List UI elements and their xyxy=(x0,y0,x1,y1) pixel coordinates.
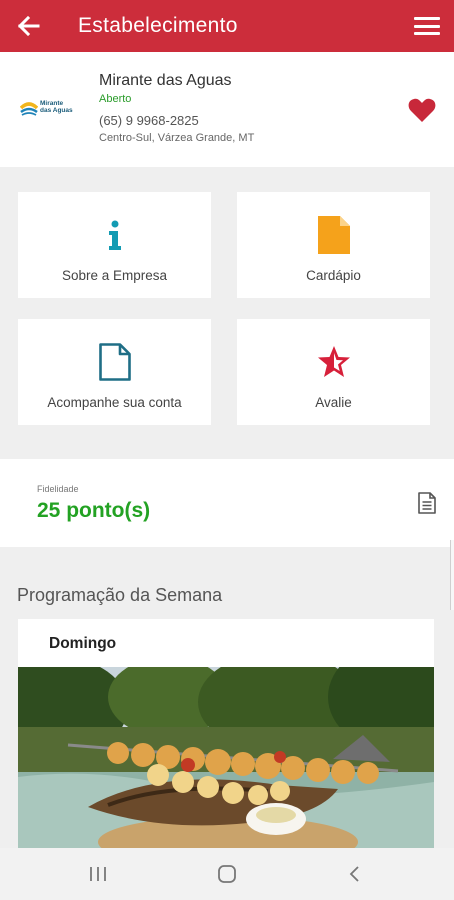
logo-text-line2: das Aguas xyxy=(40,107,73,114)
edge-panel-handle[interactable] xyxy=(450,540,454,610)
schedule-title: Programação da Semana xyxy=(17,585,223,605)
grilled-fish-photo xyxy=(18,667,434,859)
schedule-day-card[interactable]: Domingo xyxy=(18,619,434,859)
logo-mark-icon xyxy=(20,102,38,116)
nav-back-icon xyxy=(349,866,359,882)
establishment-logo: Mirante das Aguas xyxy=(20,96,80,120)
document-outline-icon xyxy=(98,343,131,381)
fidelity-caption: Fidelidade xyxy=(37,484,79,494)
card-label: Acompanhe sua conta xyxy=(47,395,182,410)
page-title: Estabelecimento xyxy=(78,14,238,37)
recent-apps-button[interactable] xyxy=(78,860,118,888)
menu-button[interactable] xyxy=(414,14,440,38)
app-bar: Estabelecimento xyxy=(0,0,454,52)
card-label: Sobre a Empresa xyxy=(61,268,168,283)
card-avalie[interactable]: Avalie xyxy=(237,319,430,425)
receipt-icon[interactable] xyxy=(418,492,436,514)
back-button[interactable] xyxy=(0,0,58,52)
hamburger-menu-icon xyxy=(414,17,440,20)
status-text: Aberto xyxy=(99,93,132,105)
card-cardapio[interactable]: Cardápio xyxy=(237,192,430,298)
document-filled-icon xyxy=(317,216,350,254)
logo-text-line1: Mirante xyxy=(40,100,64,107)
heart-icon[interactable] xyxy=(408,98,436,123)
fidelity-section: Fidelidade 25 ponto(s) xyxy=(0,459,454,547)
card-sobre-empresa[interactable]: Sobre a Empresa xyxy=(18,192,211,298)
card-label: Avalie xyxy=(315,395,352,410)
card-acompanhe-conta[interactable]: Acompanhe sua conta xyxy=(18,319,211,425)
address-text: Centro-Sul, Várzea Grande, MT xyxy=(99,132,255,144)
home-icon xyxy=(218,865,236,883)
home-button[interactable] xyxy=(207,860,247,888)
info-icon xyxy=(108,220,121,250)
nav-back-button[interactable] xyxy=(334,860,374,888)
day-label: Domingo xyxy=(49,635,117,652)
system-nav-bar xyxy=(0,848,454,900)
arrow-back-icon xyxy=(18,16,40,36)
recent-apps-icon xyxy=(90,867,106,881)
card-label: Cardápio xyxy=(306,268,361,283)
fidelity-points: 25 ponto(s) xyxy=(37,499,151,522)
establishment-header: Mirante das Aguas Mirante das Aguas Aber… xyxy=(0,52,454,167)
phone-number[interactable]: (65) 9 9968-2825 xyxy=(99,113,199,128)
star-icon xyxy=(317,346,350,377)
establishment-name: Mirante das Aguas xyxy=(99,72,232,89)
